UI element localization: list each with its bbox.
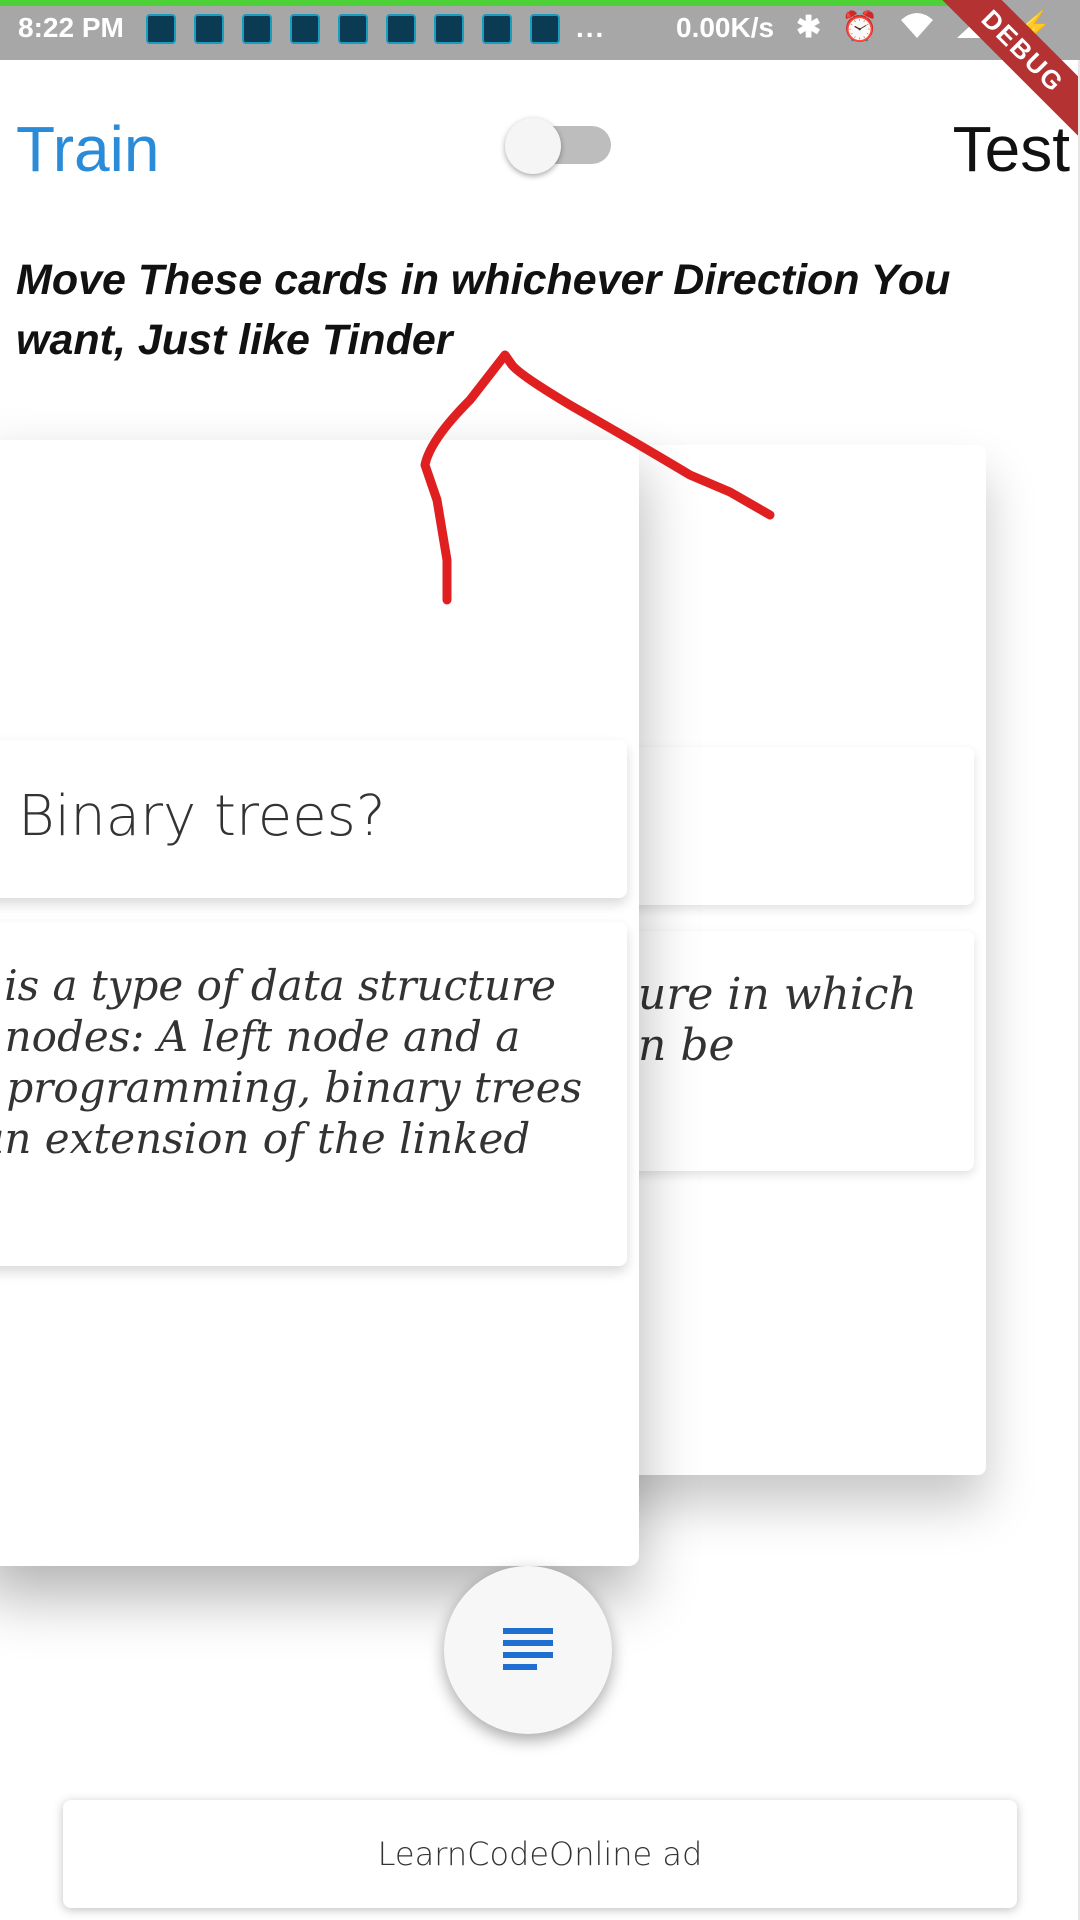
- menu-fab-button[interactable]: [444, 1566, 612, 1734]
- status-more: ...: [576, 12, 606, 43]
- answer-line: e is a type of data structure: [0, 961, 556, 1010]
- answer-panel: e is a type of data structure o nodes: A…: [0, 922, 627, 1266]
- notification-icons: [146, 14, 560, 44]
- answer-text: e is a type of data structure o nodes: A…: [0, 960, 606, 1215]
- ad-label: LearnCodeOnline ad: [377, 1835, 703, 1873]
- ad-banner[interactable]: LearnCodeOnline ad: [63, 1800, 1017, 1908]
- icon-line: [503, 1640, 553, 1646]
- top-progress-line: [0, 0, 950, 6]
- icon-line: [503, 1664, 537, 1670]
- train-test-toggle[interactable]: [505, 118, 613, 174]
- answer-line: n be: [638, 1020, 735, 1071]
- question-panel: Binary trees?: [0, 740, 627, 898]
- notification-app-icon: [242, 14, 272, 44]
- answer-line: ure in which: [638, 969, 917, 1020]
- icon-line: [503, 1652, 553, 1658]
- flashcard-front[interactable]: Binary trees? e is a type of data struct…: [0, 440, 639, 1566]
- notification-app-icon: [290, 14, 320, 44]
- flashcard-back[interactable]: ure in which n be: [590, 445, 986, 1475]
- wifi-icon: [899, 10, 935, 48]
- test-label[interactable]: Test: [953, 112, 1070, 186]
- answer-line: s.: [0, 1165, 1, 1214]
- icon-line: [503, 1628, 553, 1634]
- status-bar: 8:22 PM ... 0.00K/s ✱ ⏰ ⚡: [0, 0, 1080, 60]
- notification-app-icon: [386, 14, 416, 44]
- answer-text: ure in which n be: [638, 969, 968, 1071]
- notification-app-icon: [146, 14, 176, 44]
- text-lines-icon: [503, 1628, 553, 1672]
- answer-panel: ure in which n be: [590, 931, 974, 1171]
- instruction-text: Move These cards in whichever Direction …: [16, 256, 951, 364]
- toggle-thumb[interactable]: [505, 118, 561, 174]
- notification-app-icon: [194, 14, 224, 44]
- train-label[interactable]: Train: [16, 112, 159, 186]
- answer-line: an extension of the linked: [0, 1114, 531, 1163]
- alarm-icon: ⏰: [841, 11, 879, 44]
- answer-line: o nodes: A left node and a: [0, 1012, 521, 1061]
- bluetooth-icon: ✱: [796, 11, 822, 44]
- notification-app-icon: [482, 14, 512, 44]
- notification-app-icon: [434, 14, 464, 44]
- answer-line: n programming, binary trees: [0, 1063, 583, 1112]
- question-panel: [590, 747, 974, 905]
- notification-app-icon: [338, 14, 368, 44]
- status-time: 8:22 PM: [18, 12, 124, 43]
- question-text: Binary trees?: [18, 784, 386, 849]
- network-speed: 0.00K/s: [676, 12, 775, 43]
- notification-app-icon: [530, 14, 560, 44]
